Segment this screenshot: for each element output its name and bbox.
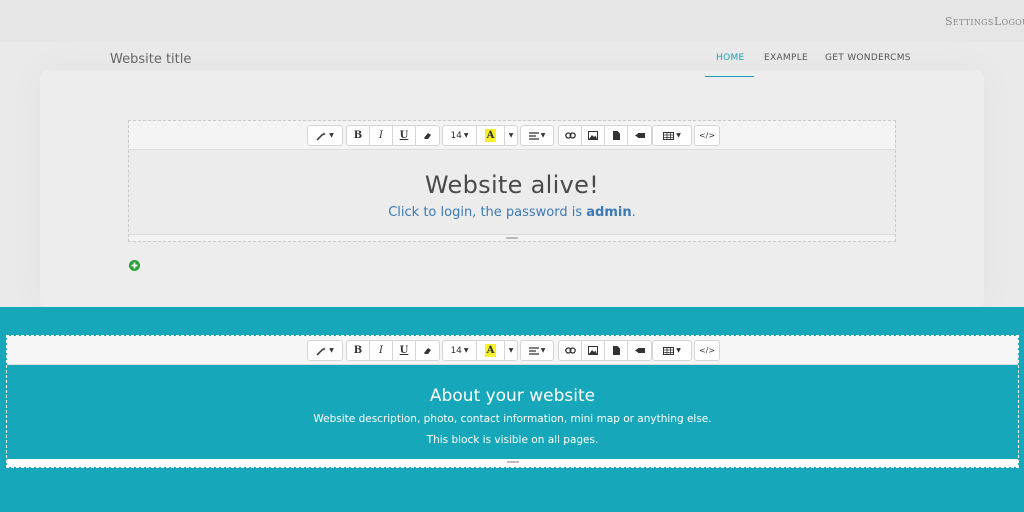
code-view-button[interactable]: </> (695, 341, 719, 360)
bold-button[interactable]: B (347, 341, 370, 360)
highlight-icon: A (485, 129, 496, 142)
link-icon (564, 132, 576, 139)
view-group: </> (694, 125, 720, 146)
highlight-dropdown[interactable]: ▼ (505, 126, 517, 145)
magic-icon (316, 131, 327, 141)
image-button[interactable] (582, 126, 605, 145)
editor-content[interactable]: Website alive! Click to login, the passw… (129, 151, 895, 235)
file-icon (612, 346, 620, 355)
video-button[interactable] (628, 126, 651, 145)
font-group: 14 ▼ A ▼ (442, 125, 518, 146)
plus-icon (131, 262, 138, 269)
settings-link[interactable]: Settings (945, 15, 994, 28)
font-group: 14 ▼ A ▼ (442, 340, 518, 361)
clear-format-button[interactable] (416, 126, 439, 145)
table-icon (663, 346, 675, 355)
align-icon (528, 346, 539, 355)
table-group: ▼ (652, 340, 692, 361)
table-group: ▼ (652, 125, 692, 146)
magic-icon (316, 346, 327, 356)
site-title[interactable]: Website title (110, 52, 191, 67)
eraser-icon (424, 347, 431, 354)
view-group: </> (694, 340, 720, 361)
image-icon (588, 131, 598, 140)
nav-home[interactable]: HOME (716, 53, 745, 63)
editor-toolbar: ▼ B I U 14 ▼ A ▼ ▼ ▼ </> (129, 121, 895, 150)
resize-handle-icon[interactable] (506, 237, 518, 239)
format-group: B I U (346, 125, 440, 146)
footer-visibility-note[interactable]: This block is visible on all pages. (7, 434, 1018, 446)
highlight-dropdown[interactable]: ▼ (505, 341, 517, 360)
login-hint-end: . (631, 205, 636, 220)
code-view-button[interactable]: </> (695, 126, 719, 145)
paragraph-group: ▼ (520, 125, 554, 146)
highlight-icon: A (485, 344, 496, 357)
file-button[interactable] (605, 341, 628, 360)
font-size-value: 14 (450, 130, 462, 141)
align-dropdown[interactable]: ▼ (521, 126, 553, 145)
image-button[interactable] (582, 341, 605, 360)
underline-button[interactable]: U (393, 126, 416, 145)
clear-format-button[interactable] (416, 341, 439, 360)
font-size-value: 14 (450, 345, 462, 356)
password-text: admin (586, 205, 632, 220)
add-content-button[interactable] (129, 260, 140, 271)
footer-editor-content[interactable]: About your website Website description, … (7, 366, 1018, 462)
font-size-dropdown[interactable]: 14 ▼ (443, 341, 477, 360)
highlight-button[interactable]: A (477, 341, 505, 360)
link-button[interactable] (559, 341, 582, 360)
nav-get-wondercms[interactable]: GET WONDERCMS (825, 53, 911, 63)
style-button[interactable]: ▼ (308, 341, 342, 360)
footer-editor[interactable]: ▼ B I U 14 ▼ A ▼ ▼ ▼ </> About your webs… (6, 335, 1019, 468)
login-hint-text: Click to login, the password is (388, 205, 587, 220)
content-editor[interactable]: ▼ B I U 14 ▼ A ▼ ▼ ▼ </> Website alive! … (128, 120, 896, 242)
table-dropdown[interactable]: ▼ (653, 126, 691, 145)
eraser-icon (424, 132, 431, 139)
align-icon (528, 131, 539, 140)
underline-button[interactable]: U (393, 341, 416, 360)
bold-button[interactable]: B (347, 126, 370, 145)
link-icon (564, 347, 576, 354)
italic-button[interactable]: I (370, 341, 393, 360)
video-icon (634, 348, 645, 353)
resize-handle-icon[interactable] (506, 461, 519, 463)
file-button[interactable] (605, 126, 628, 145)
nav-active-indicator (705, 76, 754, 77)
video-icon (634, 133, 645, 138)
logout-link[interactable]: Logout (994, 15, 1024, 28)
font-size-dropdown[interactable]: 14 ▼ (443, 126, 477, 145)
editor-resize-bar[interactable] (129, 234, 895, 241)
insert-group (558, 340, 652, 361)
footer-description[interactable]: Website description, photo, contact info… (7, 413, 1018, 425)
file-icon (612, 131, 620, 140)
align-dropdown[interactable]: ▼ (521, 341, 553, 360)
page-heading[interactable]: Website alive! (129, 171, 895, 199)
footer-resize-bar[interactable] (7, 459, 1018, 467)
footer-heading[interactable]: About your website (7, 386, 1018, 406)
style-button[interactable]: ▼ (308, 126, 342, 145)
paragraph-group: ▼ (520, 340, 554, 361)
login-hint[interactable]: Click to login, the password is admin. (129, 205, 895, 220)
style-group: ▼ (307, 340, 343, 361)
insert-group (558, 125, 652, 146)
nav-example[interactable]: EXAMPLE (764, 53, 808, 63)
image-icon (588, 346, 598, 355)
italic-button[interactable]: I (370, 126, 393, 145)
link-button[interactable] (559, 126, 582, 145)
table-dropdown[interactable]: ▼ (653, 341, 691, 360)
highlight-button[interactable]: A (477, 126, 505, 145)
footer-editor-toolbar: ▼ B I U 14 ▼ A ▼ ▼ ▼ </> (7, 336, 1018, 365)
format-group: B I U (346, 340, 440, 361)
table-icon (663, 131, 675, 140)
style-group: ▼ (307, 125, 343, 146)
admin-bar: Settings Logout (0, 0, 1024, 42)
video-button[interactable] (628, 341, 651, 360)
